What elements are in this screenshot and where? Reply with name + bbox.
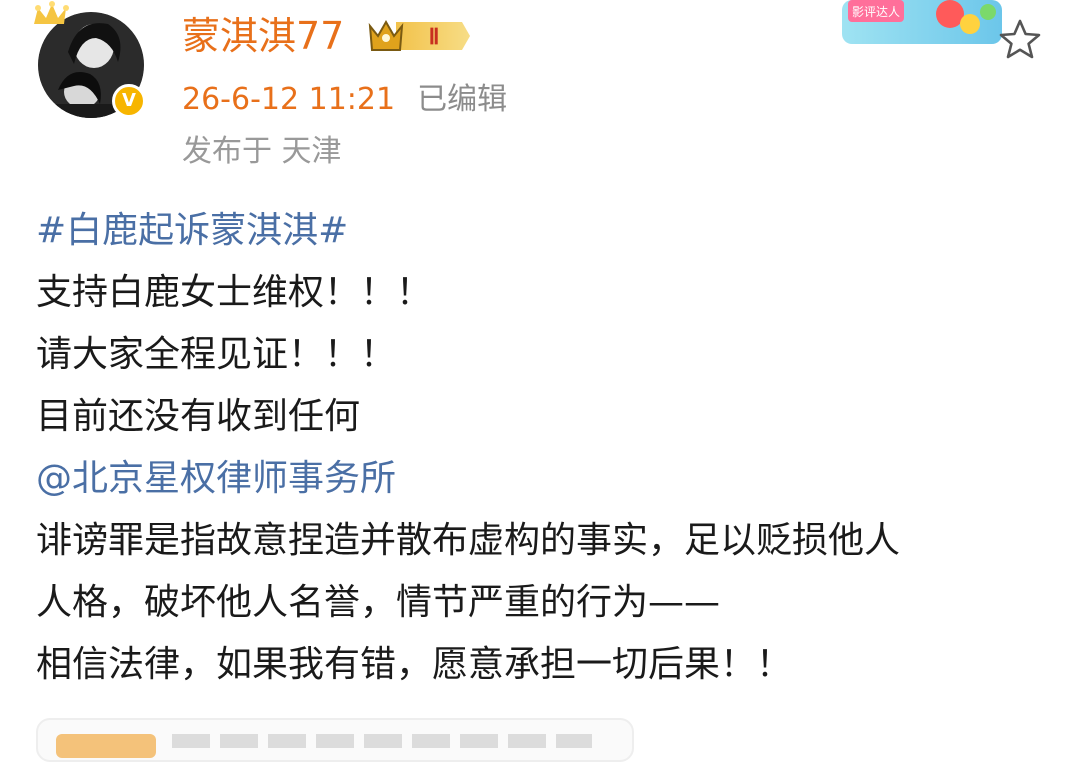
- post-content: #白鹿起诉蒙淇淇# 支持白鹿女士维权！！！ 请大家全程见证！！！ 目前还没有收到…: [36, 200, 1056, 696]
- crown-sparkle-icon: [34, 1, 69, 24]
- mention-link[interactable]: @北京星权律师事务所: [36, 448, 1056, 510]
- post-text-line: 目前还没有收到任何: [36, 396, 361, 437]
- username[interactable]: 蒙淇淇77: [182, 12, 344, 60]
- post-time: 26-6-12 11:21: [182, 82, 396, 117]
- post-text-line: 支持白鹿女士维权！！！: [36, 272, 433, 313]
- sticker-text: 影评达人: [852, 5, 900, 19]
- hashtag-link[interactable]: #白鹿起诉蒙淇淇#: [36, 200, 1056, 262]
- post-meta: 26-6-12 11:21 已编辑: [182, 80, 507, 120]
- post-text-line: 人格，破坏他人名誉，情节严重的行为——: [36, 582, 721, 623]
- post-text-line: 请大家全程见证！！！: [36, 334, 397, 375]
- post-location: 发布于 天津: [182, 134, 342, 169]
- card-snippet: [172, 734, 592, 748]
- post-text-line: 诽谤罪是指故意捏造并散布虚构的事实，足以贬损他人: [36, 520, 901, 561]
- card-thumbnail: [56, 734, 156, 758]
- vip-level-badge[interactable]: Ⅱ: [366, 16, 474, 56]
- embedded-card[interactable]: [36, 718, 634, 762]
- verified-badge: V: [112, 84, 146, 118]
- avatar-container[interactable]: V: [34, 1, 148, 122]
- sticker-badge[interactable]: 影评达人: [842, 0, 1002, 44]
- edited-label[interactable]: 已编辑: [417, 82, 507, 117]
- vip-level-text: Ⅱ: [429, 24, 440, 49]
- post-text-line: 相信法律，如果我有错，愿意承担一切后果！！: [36, 644, 793, 685]
- post-header: V 蒙淇淇77 Ⅱ 26-6-12 11:21 已编辑 发布于 天津 影评达人: [0, 0, 1080, 180]
- star-outline-icon[interactable]: [996, 16, 1044, 64]
